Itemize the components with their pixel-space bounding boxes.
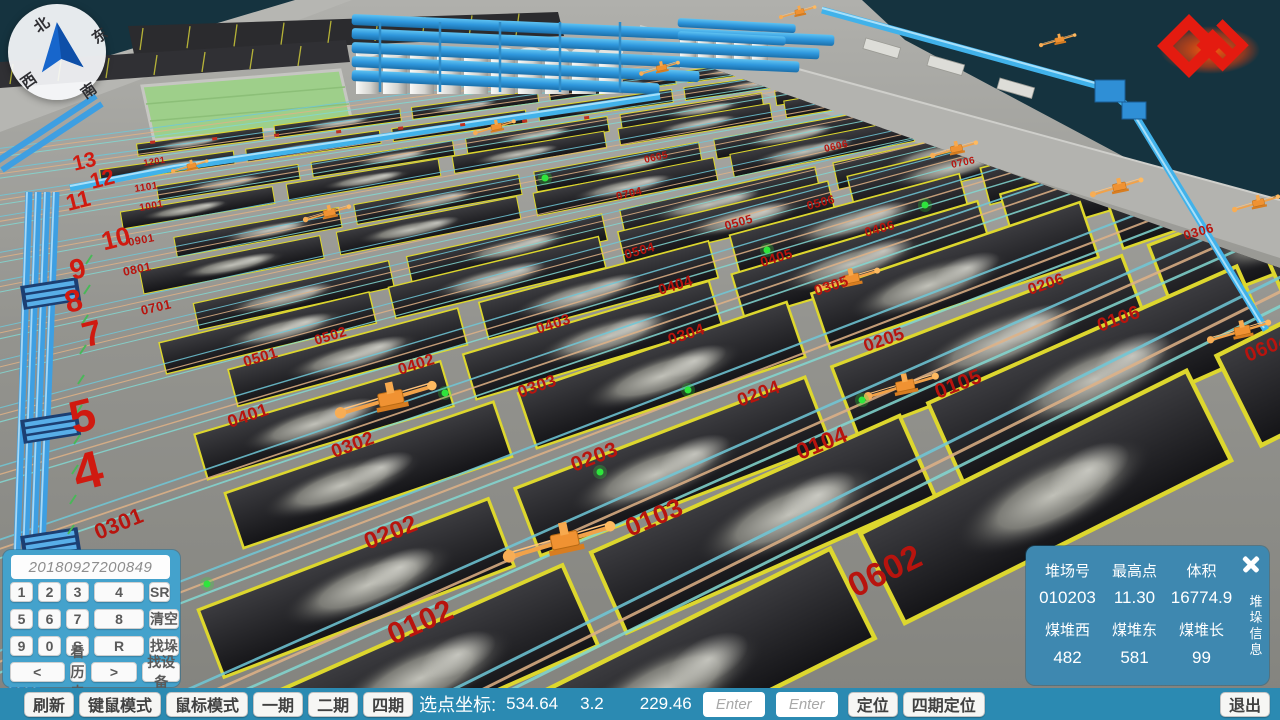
keypad-panel: 1234SR 5678清空 90SR找垛 <看历史>找设备	[3, 550, 180, 687]
status-dot	[685, 387, 692, 394]
toolbar-button[interactable]: 四期	[363, 692, 413, 717]
info-header: 煤堆东	[1101, 619, 1168, 640]
coord-y-value: 3.2	[580, 694, 604, 714]
info-value: 16774.9	[1168, 588, 1235, 608]
road-marker	[460, 123, 465, 127]
keypad-button[interactable]: 3	[66, 582, 89, 602]
info-value: 99	[1168, 648, 1235, 668]
road-marker	[522, 119, 527, 123]
road-marker	[398, 126, 403, 130]
road-marker	[150, 140, 155, 144]
close-icon[interactable]	[1242, 555, 1260, 573]
toolbar-button[interactable]: 一期	[253, 692, 303, 717]
toolbar-button[interactable]: 键鼠模式	[79, 692, 161, 717]
toolbar-button[interactable]: 二期	[308, 692, 358, 717]
info-value: 581	[1101, 648, 1168, 668]
info-header: 煤堆西	[1034, 619, 1101, 640]
coord-input-1[interactable]	[703, 692, 765, 717]
info-header: 体积	[1168, 560, 1235, 581]
keypad-button[interactable]: 7	[66, 609, 89, 629]
history-search-input[interactable]	[11, 555, 170, 579]
bottom-toolbar: 刷新键鼠模式鼠标模式一期二期四期 选点坐标: 534.64 3.2 229.46…	[0, 688, 1280, 720]
status-dot	[597, 469, 604, 476]
toolbar-button[interactable]: 刷新	[24, 692, 74, 717]
exit-button[interactable]: 退出	[1220, 692, 1270, 717]
keypad-button[interactable]: 4	[94, 582, 144, 602]
status-dot	[442, 390, 449, 397]
road-marker	[584, 116, 589, 120]
keypad-button[interactable]: 看历史	[70, 662, 86, 682]
info-value: 010203	[1034, 588, 1101, 608]
status-dot	[542, 175, 549, 182]
status-dot	[204, 581, 211, 588]
pile-info-panel: 堆场号最高点体积 01020311.3016774.9 煤堆西煤堆东煤堆长 48…	[1026, 546, 1269, 685]
info-header: 最高点	[1101, 560, 1168, 581]
info-value-row: 01020311.3016774.9	[1034, 588, 1235, 608]
keypad-row: 1234SR	[10, 582, 170, 602]
toolbar-button[interactable]: 四期定位	[903, 692, 985, 717]
keypad-row: < 看历史 >找设备	[10, 662, 180, 682]
compass-arrow-icon	[28, 18, 92, 84]
keypad-button[interactable]: 清空	[149, 609, 179, 629]
compass[interactable]: 北 东 南 西	[8, 4, 106, 100]
coord-input-2[interactable]	[776, 692, 838, 717]
coord-z-value: 229.46	[640, 694, 692, 714]
info-value-row: 48258199	[1034, 648, 1235, 668]
keypad-button[interactable]: 1	[10, 582, 33, 602]
info-header-row: 煤堆西煤堆东煤堆长	[1034, 619, 1235, 640]
info-header: 煤堆长	[1168, 619, 1235, 640]
keypad-button[interactable]: 5	[10, 609, 33, 629]
status-dot	[859, 397, 866, 404]
road-marker	[212, 137, 217, 141]
keypad-button[interactable]: 2	[38, 582, 61, 602]
coord-x-value: 534.64	[506, 694, 558, 714]
info-header: 堆场号	[1034, 560, 1101, 581]
toolbar-left-buttons: 刷新键鼠模式鼠标模式一期二期四期	[24, 692, 413, 717]
keypad-button[interactable]: 0	[38, 636, 61, 656]
keypad-button[interactable]: 8	[94, 609, 144, 629]
keypad-button[interactable]: SR	[149, 582, 170, 602]
info-header-row: 堆场号最高点体积	[1034, 560, 1235, 581]
status-dot	[922, 202, 929, 209]
app-root: 0102010301040105010602020203020402050206…	[0, 0, 1280, 720]
keypad-button[interactable]: 找设备	[142, 662, 180, 682]
keypad-row: 5678清空	[10, 609, 179, 629]
toolbar-locate-buttons: 定位四期定位	[848, 692, 985, 717]
coord-label: 选点坐标:	[419, 691, 496, 717]
info-value: 11.30	[1101, 588, 1168, 608]
info-value: 482	[1034, 648, 1101, 668]
toolbar-button[interactable]: 鼠标模式	[166, 692, 248, 717]
road-marker	[336, 130, 341, 134]
panel-side-title: 堆垛信息	[1248, 594, 1264, 658]
keypad-button[interactable]: >	[91, 662, 138, 682]
road-marker	[274, 133, 279, 137]
keypad-button[interactable]: <	[10, 662, 65, 682]
keypad-button[interactable]: 9	[10, 636, 33, 656]
keypad-button[interactable]: R	[94, 636, 144, 656]
company-logo-icon	[1156, 6, 1266, 84]
toolbar-button[interactable]: 定位	[848, 692, 898, 717]
keypad-button[interactable]: 6	[38, 609, 61, 629]
